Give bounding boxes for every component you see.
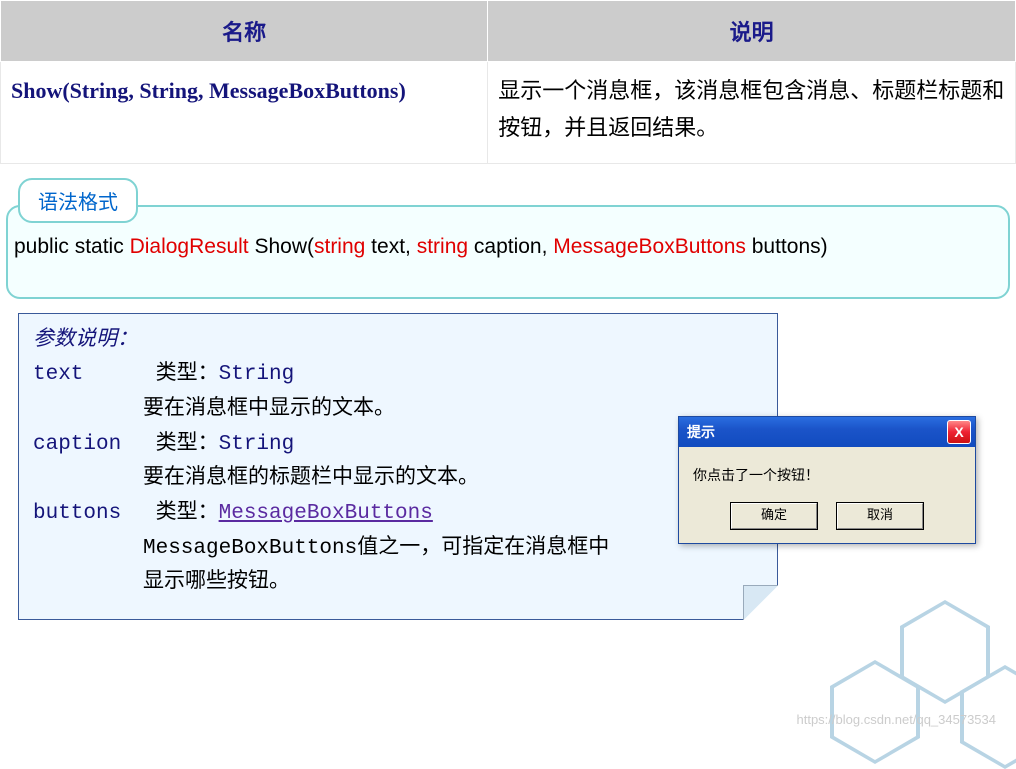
param-row: text 类型：String 要在消息框中显示的文本。	[33, 358, 763, 427]
param-row: buttons 类型：MessageBoxButtons MessageBoxB…	[33, 497, 763, 601]
param-desc: MessageBoxButtons值之一，可指定在消息框中	[143, 532, 763, 567]
param-type-prefix: 类型：	[156, 502, 219, 525]
definition-table: 名称 说明 Show(String, String, MessageBoxBut…	[0, 0, 1016, 164]
syntax-text: Show(	[249, 235, 314, 258]
close-icon[interactable]: X	[947, 420, 971, 444]
param-type: String	[219, 363, 295, 386]
cancel-button[interactable]: 取消	[837, 503, 923, 529]
method-signature: Show(String, String, MessageBoxButtons)	[11, 78, 406, 103]
syntax-section: 语法格式 public static DialogResult Show(str…	[6, 178, 1010, 299]
params-title: 参数说明：	[33, 324, 763, 359]
param-type-link[interactable]: MessageBoxButtons	[219, 502, 433, 525]
param-name: text	[33, 358, 143, 393]
dialog-message: 你点击了一个按钮！	[679, 447, 975, 495]
dialog-title: 提示	[687, 422, 715, 442]
watermark: https://blog.csdn.net/qq_34573534	[797, 712, 997, 727]
param-desc: 要在消息框中显示的文本。	[143, 393, 763, 428]
param-row: caption 类型：String 要在消息框的标题栏中显示的文本。	[33, 428, 763, 497]
param-type: String	[219, 433, 295, 456]
syntax-text: buttons)	[746, 235, 828, 258]
param-name: buttons	[33, 497, 143, 532]
param-name: caption	[33, 428, 143, 463]
syntax-keyword: string	[417, 235, 468, 258]
params-panel: 参数说明： text 类型：String 要在消息框中显示的文本。 captio…	[18, 313, 778, 620]
syntax-keyword: MessageBoxButtons	[553, 235, 746, 258]
param-type-prefix: 类型：	[156, 363, 219, 386]
syntax-return-type: DialogResult	[130, 235, 249, 258]
param-type-prefix: 类型：	[156, 433, 219, 456]
corner-fold-icon	[743, 585, 778, 620]
dialog-titlebar[interactable]: 提示 X	[679, 417, 975, 447]
method-description: 显示一个消息框，该消息框包含消息、标题栏标题和按钮，并且返回结果。	[488, 62, 1016, 164]
message-box-dialog: 提示 X 你点击了一个按钮！ 确定 取消	[678, 416, 976, 544]
header-desc: 说明	[488, 1, 1016, 62]
syntax-tab-label: 语法格式	[18, 178, 138, 223]
syntax-text: text,	[365, 235, 416, 258]
syntax-text: caption,	[468, 235, 553, 258]
ok-button[interactable]: 确定	[731, 503, 817, 529]
dialog-button-row: 确定 取消	[679, 495, 975, 543]
syntax-keyword: string	[314, 235, 365, 258]
param-desc: 显示哪些按钮。	[143, 566, 763, 601]
syntax-text: public static	[14, 235, 130, 258]
syntax-box: public static DialogResult Show(string t…	[6, 205, 1010, 299]
param-desc: 要在消息框的标题栏中显示的文本。	[143, 462, 763, 497]
header-name: 名称	[1, 1, 488, 62]
table-row: Show(String, String, MessageBoxButtons) …	[1, 62, 1016, 164]
